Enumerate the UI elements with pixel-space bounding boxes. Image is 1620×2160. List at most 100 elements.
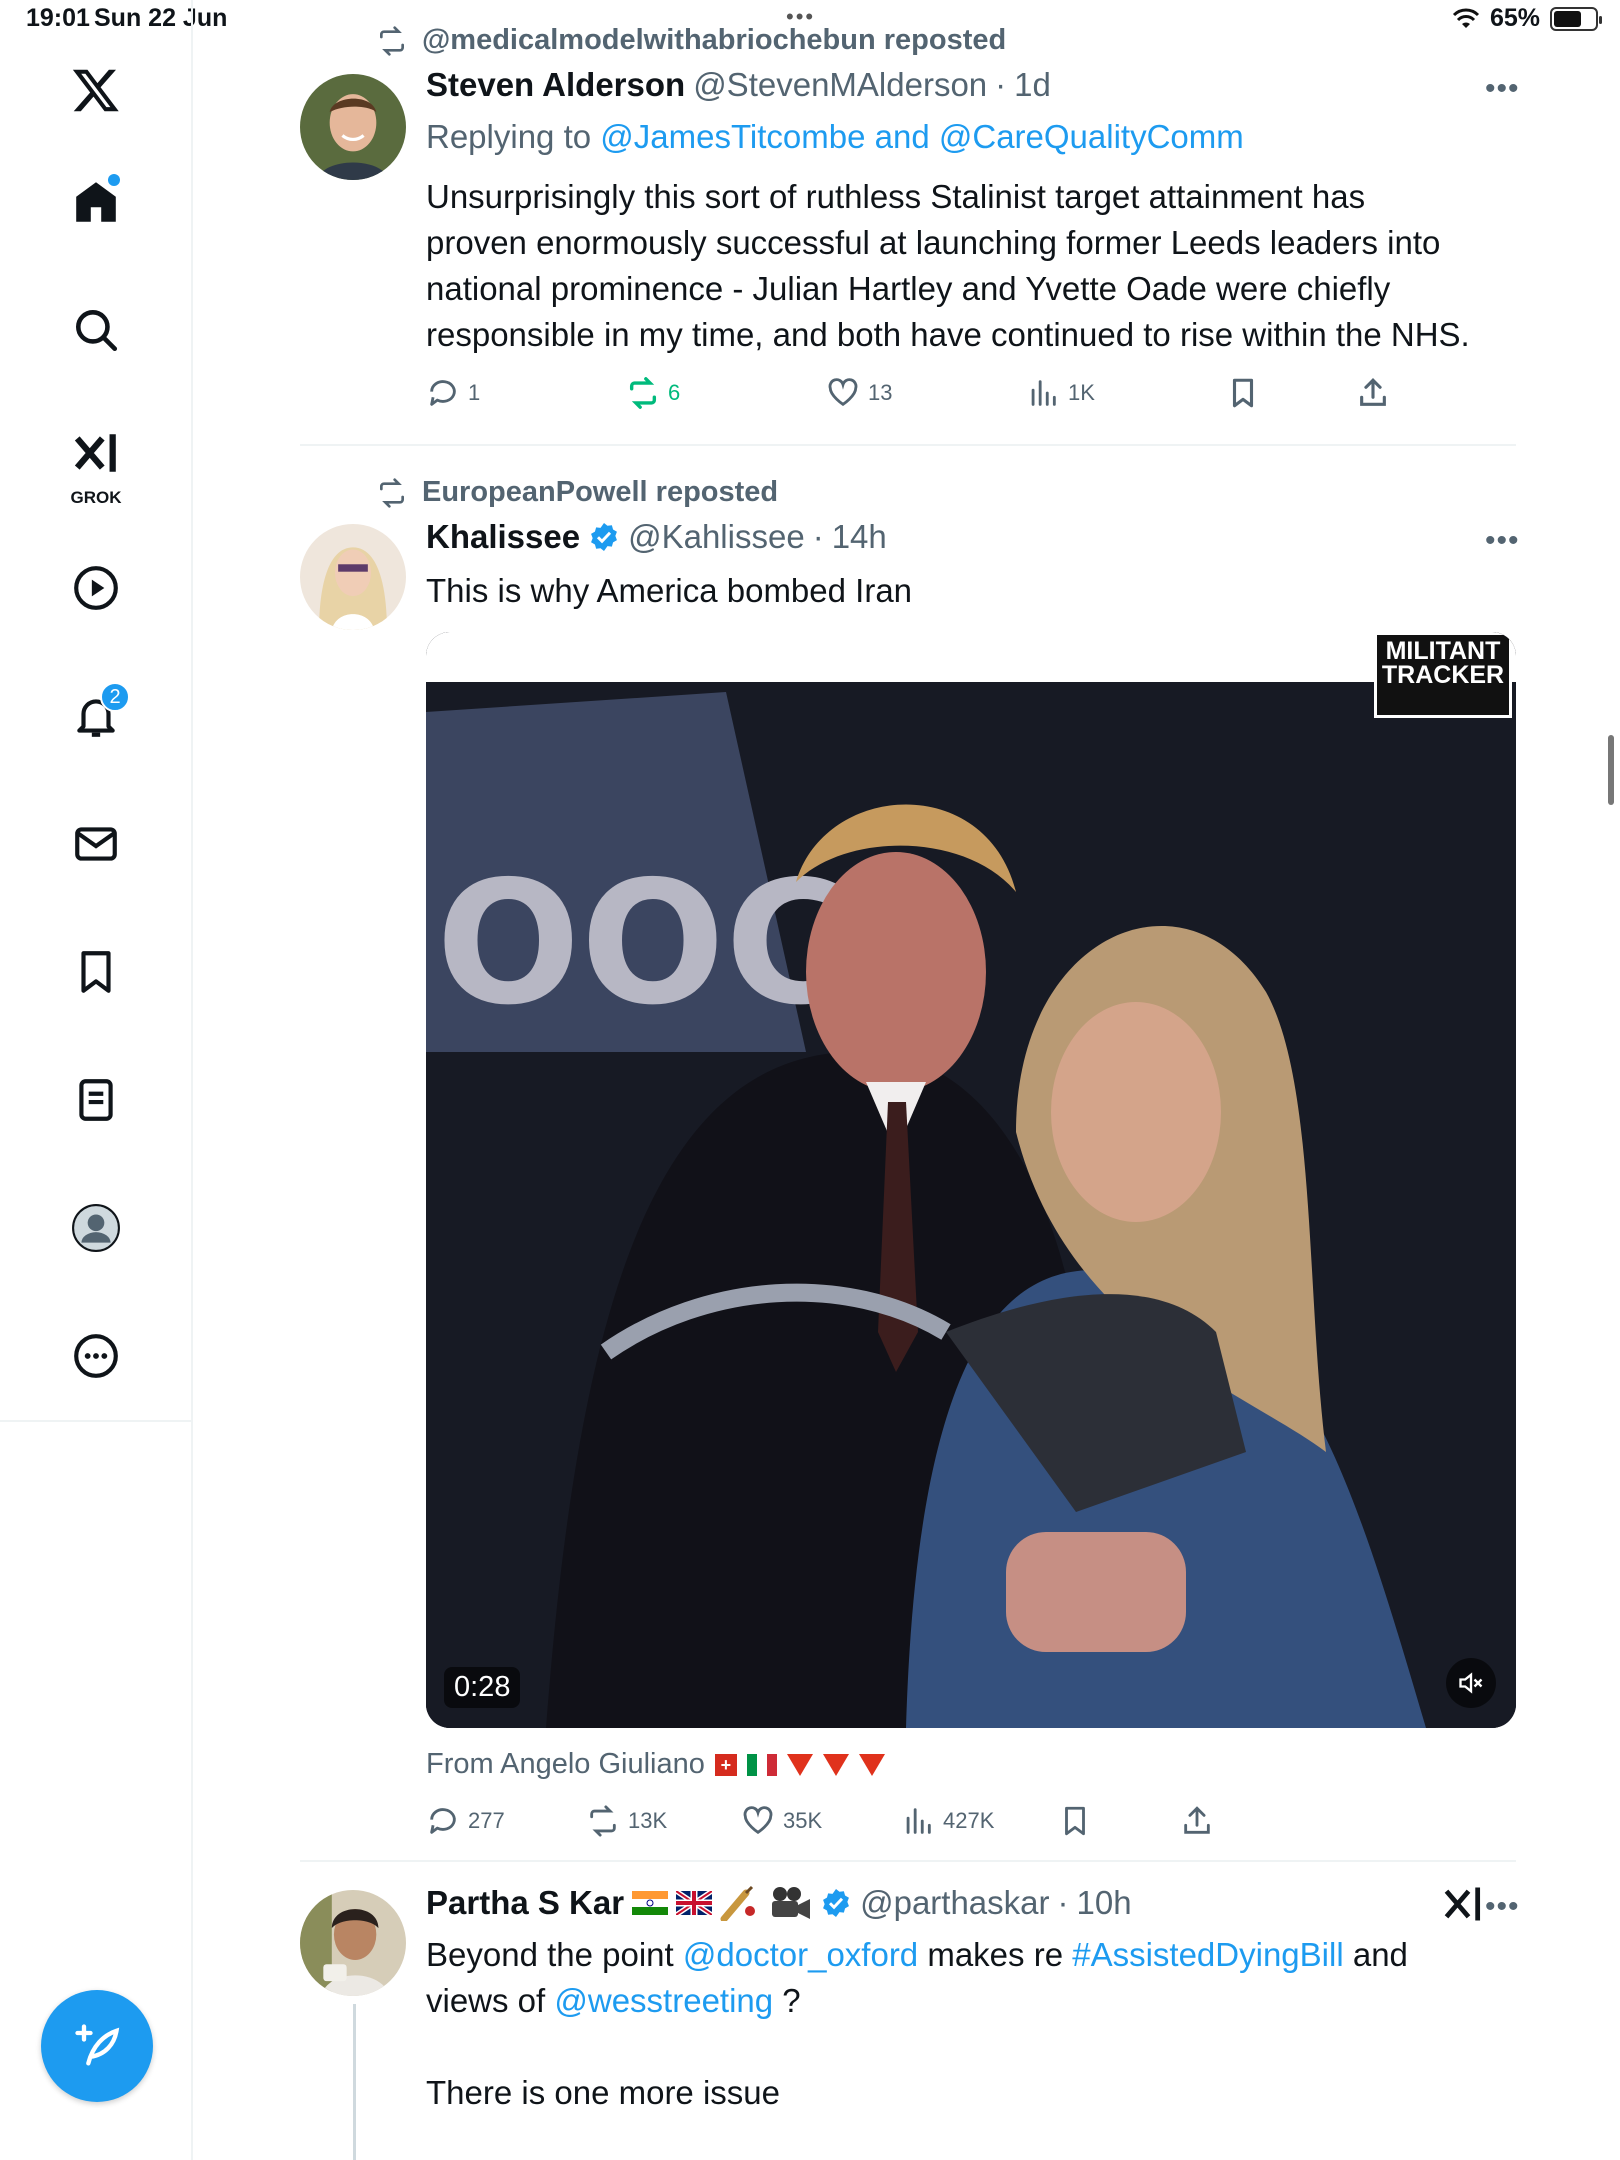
- repost-icon: [629, 377, 657, 409]
- repost-label[interactable]: @medicalmodelwithabriochebun reposted: [422, 24, 1006, 57]
- author-name[interactable]: Partha S Kar: [426, 1884, 624, 1922]
- views-button[interactable]: 1K: [1026, 376, 1095, 410]
- avatar[interactable]: [300, 1890, 406, 1996]
- italy-flag-icon: [746, 1753, 777, 1776]
- x-logo-icon[interactable]: [56, 50, 136, 130]
- separator: ·: [812, 518, 824, 555]
- mute-button[interactable]: [1446, 1658, 1496, 1708]
- views-icon: [906, 1808, 931, 1834]
- reply-count: 1: [468, 380, 481, 405]
- grok-explain-icon[interactable]: [1441, 1882, 1485, 1926]
- bookmark-icon: [1065, 1806, 1085, 1836]
- repost-label[interactable]: EuropeanPowell reposted: [422, 476, 778, 509]
- like-button[interactable]: 35K: [741, 1804, 822, 1838]
- author-name[interactable]: Khalissee: [426, 518, 580, 556]
- reply-mention-2[interactable]: @CareQualityComm: [939, 118, 1244, 155]
- scrollbar[interactable]: [1608, 735, 1614, 805]
- muted-speaker-icon: [1459, 1672, 1483, 1694]
- more-options-icon[interactable]: •••: [1485, 524, 1525, 558]
- hashtag-link[interactable]: #AssistedDyingBill: [1072, 1936, 1343, 1973]
- video-source-label[interactable]: From Angelo Giuliano: [426, 1748, 705, 1781]
- india-flag-icon: [632, 1891, 669, 1915]
- view-count: 427K: [943, 1808, 995, 1833]
- movie-camera-icon: [772, 1887, 811, 1919]
- red-triangle-icon: [786, 1753, 813, 1776]
- post-time[interactable]: 1d: [1014, 66, 1051, 104]
- post-divider: [300, 1860, 1516, 1862]
- post-text: Beyond the point @doctor_oxford makes re…: [426, 1932, 1516, 2116]
- sidebar-item-messages[interactable]: [56, 804, 136, 884]
- author-handle[interactable]: @parthaskar: [860, 1884, 1049, 1922]
- repost-button[interactable]: 13K: [586, 1804, 667, 1838]
- video-watermark: MILITANT TRACKER: [1374, 632, 1512, 718]
- post-time[interactable]: 10h: [1077, 1884, 1132, 1922]
- cricket-icon: [720, 1885, 756, 1921]
- author-handle[interactable]: @StevenMAlderson: [693, 66, 987, 104]
- post-text-line: responsible in my time, and both have co…: [426, 316, 1470, 353]
- repost-icon: [380, 477, 404, 508]
- sidebar-item-more[interactable]: [56, 1316, 136, 1396]
- avatar[interactable]: [300, 74, 406, 180]
- feather-plus-icon: [75, 2024, 120, 2066]
- repost-button[interactable]: 6: [626, 376, 680, 410]
- verified-badge-icon: [588, 521, 620, 553]
- post-text: Unsurprisingly this sort of ruthless Sta…: [426, 174, 1516, 358]
- views-button[interactable]: 427K: [901, 1804, 994, 1838]
- sidebar-item-notifications[interactable]: 2: [56, 676, 136, 756]
- reply-button[interactable]: 277: [426, 1804, 505, 1838]
- share-button[interactable]: [1180, 1804, 1214, 1838]
- reply-mention-1[interactable]: @JamesTitcombe: [600, 118, 865, 155]
- reply-button[interactable]: 1: [426, 376, 480, 410]
- post-header: Steven Alderson @StevenMAlderson · 1d: [426, 66, 1051, 104]
- video-thumbnail: OOC: [426, 632, 1516, 1728]
- like-button[interactable]: 13: [826, 376, 892, 410]
- post-header: Khalissee @Kahlissee · 14h: [426, 518, 887, 556]
- home-unread-dot: [108, 174, 120, 186]
- more-options-icon[interactable]: •••: [1485, 1890, 1525, 1924]
- sidebar-item-lists[interactable]: [56, 1060, 136, 1140]
- bookmark-button[interactable]: [1226, 376, 1260, 410]
- post-text-line: views of @wesstreeting ?: [426, 1978, 1516, 2024]
- post-text-line: national prominence - Julian Hartley and…: [426, 270, 1391, 307]
- video-duration: 0:28: [444, 1667, 521, 1708]
- sidebar-item-explore[interactable]: [56, 290, 136, 370]
- like-count: 35K: [783, 1808, 823, 1833]
- compose-button[interactable]: [41, 1990, 153, 2102]
- avatar[interactable]: [300, 524, 406, 630]
- red-triangle-icon: [858, 1753, 885, 1776]
- reply-count: 277: [468, 1808, 505, 1833]
- author-name[interactable]: Steven Alderson: [426, 66, 685, 104]
- reply-context: Replying to @JamesTitcombe and @CareQual…: [426, 118, 1244, 156]
- bookmark-icon: [1232, 378, 1254, 408]
- svg-text:OOC: OOC: [436, 845, 850, 1043]
- more-options-icon[interactable]: •••: [1485, 72, 1525, 106]
- mention-link[interactable]: @doctor_oxford: [683, 1936, 918, 1973]
- sidebar-item-home[interactable]: [56, 162, 136, 242]
- notification-badge: 2: [100, 682, 130, 712]
- bookmark-button[interactable]: [1058, 1804, 1092, 1838]
- share-button[interactable]: [1356, 376, 1390, 410]
- post-time[interactable]: 14h: [832, 518, 887, 556]
- heart-icon: [743, 1806, 773, 1835]
- verified-badge-icon: [820, 1887, 852, 1919]
- avatar-icon: [72, 1204, 120, 1252]
- post-actions: 277 13K 35K 427K: [426, 1804, 1426, 1844]
- heart-icon: [828, 378, 858, 407]
- post-divider: [300, 444, 1516, 446]
- reply-and: and: [865, 118, 939, 155]
- grok-icon: [74, 434, 116, 472]
- sidebar-item-videos[interactable]: [56, 548, 136, 628]
- text-segment: and: [1343, 1936, 1408, 1973]
- video-player[interactable]: OOC MILITANT TRACKER 0:28: [426, 632, 1516, 1728]
- separator: ·: [1057, 1884, 1069, 1921]
- sidebar: GROK 2: [0, 0, 193, 2160]
- sidebar-item-bookmarks[interactable]: [56, 932, 136, 1012]
- mail-icon: [75, 827, 117, 861]
- share-icon: [1360, 378, 1386, 406]
- sidebar-item-profile[interactable]: [56, 1188, 136, 1268]
- bookmark-icon: [81, 951, 111, 993]
- author-handle[interactable]: @Kahlissee: [628, 518, 805, 556]
- repost-icon: [590, 1805, 616, 1837]
- sidebar-item-grok[interactable]: GROK: [56, 418, 136, 508]
- mention-link[interactable]: @wesstreeting: [554, 1982, 773, 2019]
